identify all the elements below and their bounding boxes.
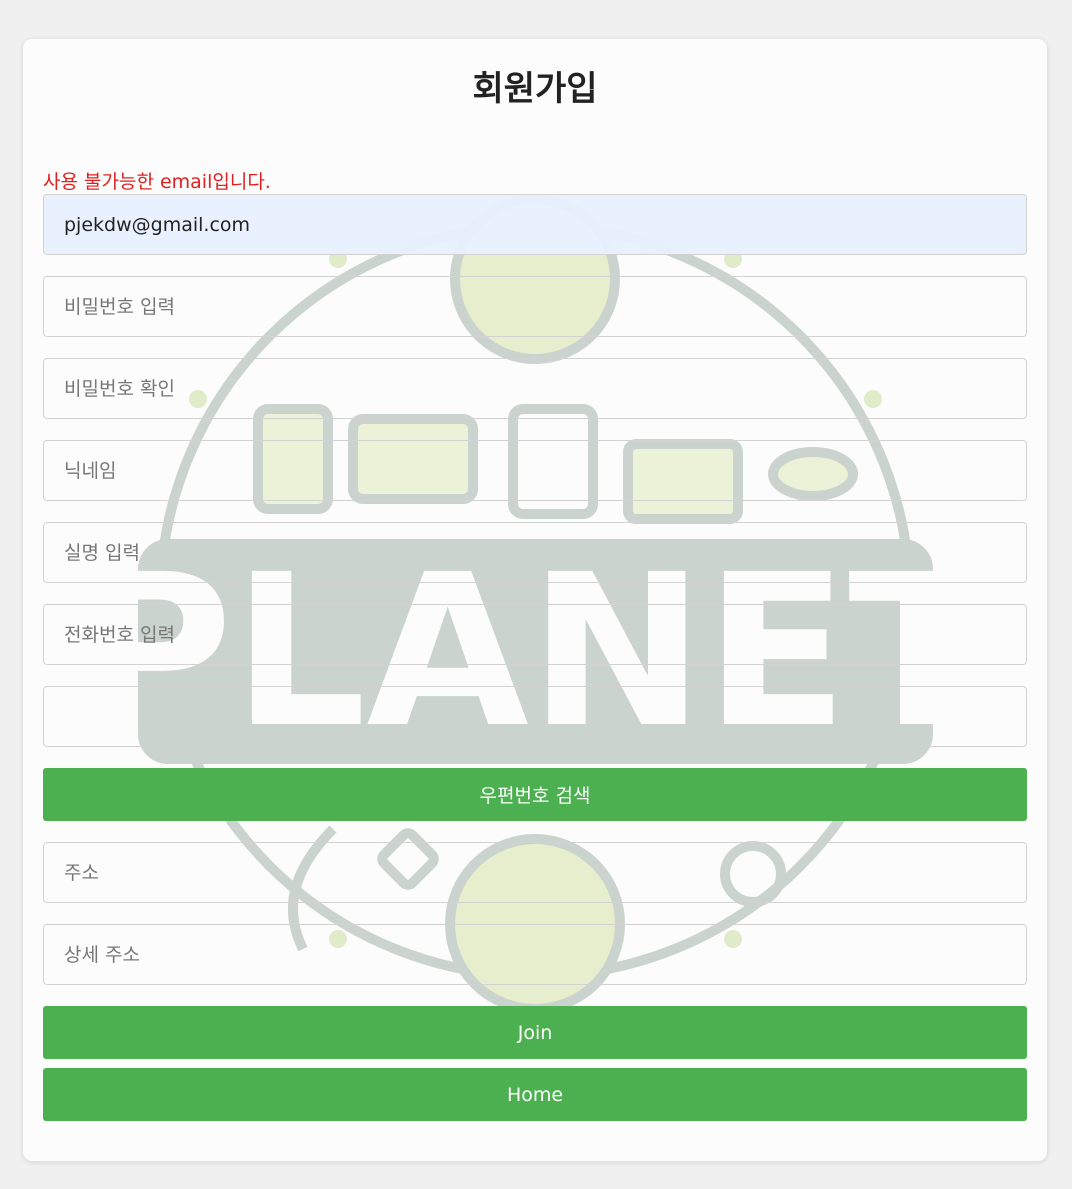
address-detail-field[interactable]: [43, 924, 1027, 985]
join-button[interactable]: Join: [43, 1006, 1027, 1059]
home-button[interactable]: Home: [43, 1068, 1027, 1121]
page-title: 회원가입: [472, 69, 598, 109]
real-name-field[interactable]: [43, 522, 1027, 583]
password-field[interactable]: [43, 276, 1027, 337]
postcode-field[interactable]: [43, 686, 1027, 747]
nickname-field[interactable]: [43, 440, 1027, 501]
phone-field[interactable]: [43, 604, 1027, 665]
email-field[interactable]: [43, 194, 1027, 255]
password-confirm-field[interactable]: [43, 358, 1027, 419]
address-field[interactable]: [43, 842, 1027, 903]
email-error-message: 사용 불가능한 email입니다.: [43, 171, 271, 193]
signup-card: PLANET PLANET 회원가입 사용 불가능한 email입니다. 우편번…: [23, 39, 1047, 1161]
postcode-search-button[interactable]: 우편번호 검색: [43, 768, 1027, 821]
